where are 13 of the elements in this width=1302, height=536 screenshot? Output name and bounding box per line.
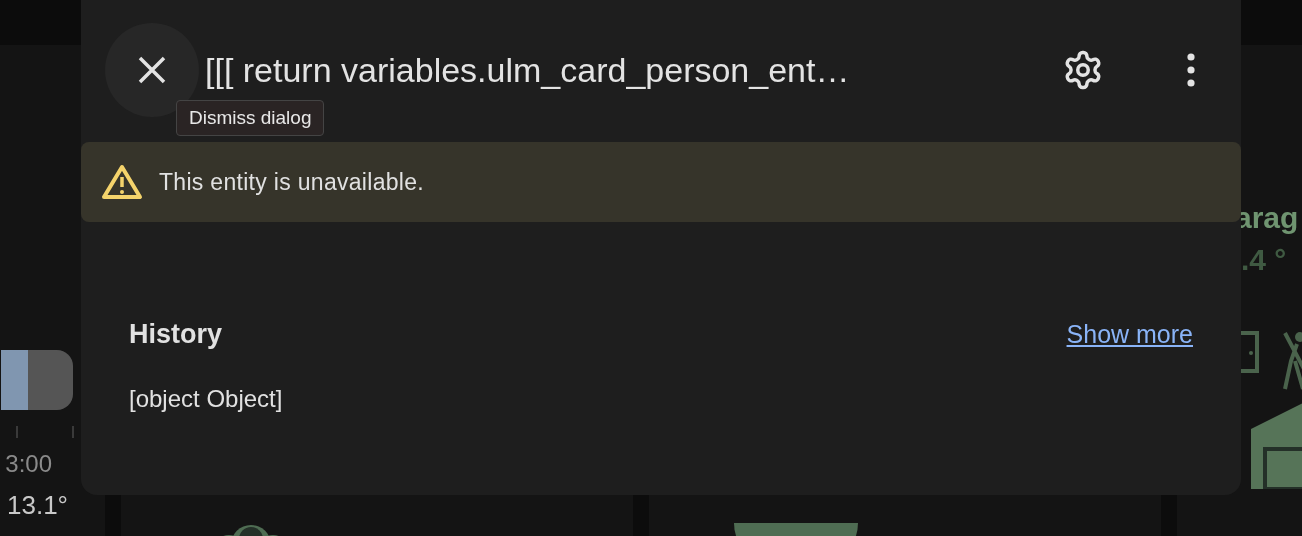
more-icon (1187, 53, 1195, 87)
walking-person-icon (1283, 331, 1302, 391)
warning-icon (101, 164, 143, 200)
temperature-value: 13.1° (7, 489, 68, 522)
close-icon (137, 55, 167, 85)
tooltip: Dismiss dialog (176, 100, 325, 136)
warning-text: This entity is unavailable. (159, 167, 425, 197)
history-heading: History (129, 318, 223, 351)
show-more-link[interactable]: Show more (1066, 315, 1193, 353)
dialog-title: [[[ return variables.ulm_card_person_ent… (205, 49, 851, 91)
time-label: 3:00 (5, 449, 52, 479)
temperature-value: .4 ° (1241, 245, 1288, 275)
history-content: [object Object] (128, 383, 284, 414)
